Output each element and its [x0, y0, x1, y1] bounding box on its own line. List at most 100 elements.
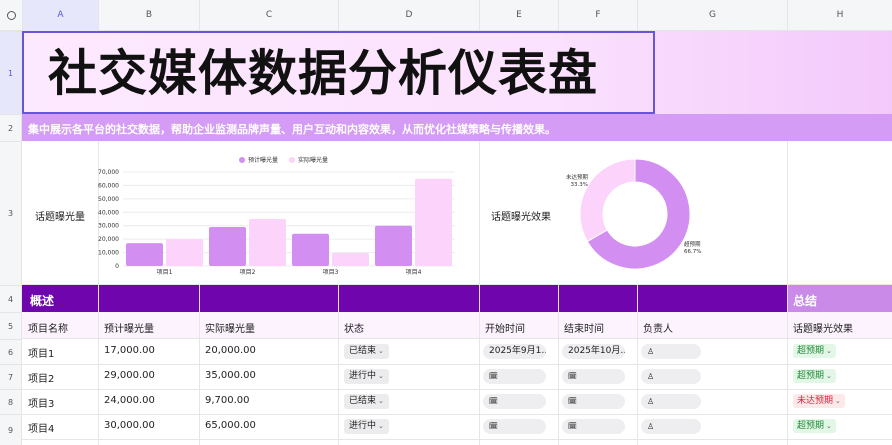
select-all-button[interactable] — [0, 0, 22, 31]
donut-chart[interactable]: 超预期66.7% 未达预期33.3% — [560, 152, 710, 277]
start-date-field[interactable]: 2025年9月1… — [483, 344, 546, 359]
owner-field[interactable]: ♙ — [641, 344, 701, 359]
header-effect[interactable]: 话题曝光效果 — [793, 320, 853, 335]
row-header-5[interactable]: 5 — [0, 312, 22, 339]
effect-tag[interactable]: 超预期 ⌄ — [793, 344, 836, 358]
cell-expected[interactable]: 30,000.00 — [104, 420, 155, 431]
chevron-down-icon: ⌄ — [826, 372, 832, 380]
row-header-9[interactable]: 9 — [0, 414, 22, 445]
owner-field[interactable]: ♙ — [641, 369, 701, 384]
row-header-2[interactable]: 2 — [0, 114, 22, 141]
column-header-g[interactable]: G — [637, 0, 787, 31]
y-tick-label: 60,000 — [98, 182, 119, 189]
legend-dot — [289, 157, 295, 163]
overview-label[interactable]: 概述 — [30, 292, 54, 309]
effect-label: 超预期 — [797, 371, 825, 381]
y-tick-label: 10,000 — [98, 250, 119, 257]
row-header-6[interactable]: 6 — [0, 339, 22, 364]
row-header-8[interactable]: 8 — [0, 389, 22, 414]
status-label: 进行中 — [349, 421, 377, 431]
y-tick-label: 70,000 — [98, 169, 119, 176]
summary-label[interactable]: 总结 — [793, 292, 817, 309]
status-label: 已结束 — [349, 346, 377, 356]
cell-actual[interactable]: 35,000.00 — [205, 370, 256, 381]
donut-slice — [579, 158, 636, 243]
row-header-1[interactable]: 1 — [0, 31, 22, 114]
slice-label: 超预期 — [684, 240, 701, 248]
chevron-down-icon: ⌄ — [378, 397, 384, 405]
column-header-e[interactable]: E — [479, 0, 558, 31]
calendar-icon[interactable]: 🗓 — [562, 394, 625, 409]
y-tick-label: 0 — [115, 263, 119, 270]
effect-tag[interactable]: 超预期 ⌄ — [793, 369, 836, 383]
overview-band — [22, 285, 787, 312]
cell-project-name[interactable]: 项目1 — [28, 345, 54, 360]
slice-percent: 33.3% — [571, 182, 588, 188]
chevron-down-icon: ⌄ — [378, 422, 384, 430]
end-date-field[interactable]: 2025年10月… — [562, 344, 625, 359]
pie-chart-cell-label[interactable]: 话题曝光效果 — [491, 208, 551, 223]
bar-expected — [209, 227, 246, 266]
x-tick-label: 项目3 — [323, 269, 339, 276]
calendar-icon[interactable]: 🗓 — [483, 369, 546, 384]
cell-actual[interactable]: 9,700.00 — [205, 395, 250, 406]
cell-expected[interactable]: 29,000.00 — [104, 370, 155, 381]
column-header-c[interactable]: C — [199, 0, 338, 31]
effect-tag[interactable]: 未达预期 ⌄ — [793, 394, 845, 408]
bar-chart-cell-label[interactable]: 话题曝光量 — [35, 208, 85, 223]
x-tick-label: 项目4 — [406, 269, 422, 276]
header-actual[interactable]: 实际曝光量 — [205, 320, 255, 335]
grid-line — [787, 141, 788, 285]
grid-line — [479, 141, 480, 285]
status-dropdown[interactable]: 已结束 ⌄ — [344, 394, 389, 409]
header-start[interactable]: 开始时间 — [485, 320, 525, 335]
cell-project-name[interactable]: 项目3 — [28, 395, 54, 410]
legend-label: 预计曝光量 — [248, 156, 278, 164]
header-owner[interactable]: 负责人 — [643, 320, 673, 335]
status-dropdown[interactable]: 已结束 ⌄ — [344, 344, 389, 359]
column-header-d[interactable]: D — [338, 0, 479, 31]
bar-chart[interactable]: 0 10,000 20,000 30,000 40,000 50,000 60,000 70,… — [85, 150, 465, 280]
status-dropdown[interactable]: 进行中 ⌄ — [344, 369, 389, 384]
cell-project-name[interactable]: 项目2 — [28, 370, 54, 385]
effect-tag[interactable]: 超预期 ⌄ — [793, 419, 836, 433]
legend-dot — [239, 157, 245, 163]
calendar-icon[interactable]: 🗓 — [483, 394, 546, 409]
x-tick-label: 项目1 — [157, 269, 173, 276]
person-icon: ♙ — [647, 422, 655, 431]
owner-field[interactable]: ♙ — [641, 419, 701, 434]
cell-actual[interactable]: 65,000.00 — [205, 420, 256, 431]
page-subtitle[interactable]: 集中展示各平台的社交数据，帮助企业监测品牌声量、用户互动和内容效果，从而优化社媒… — [28, 121, 556, 137]
bar-actual — [166, 239, 203, 266]
owner-field[interactable]: ♙ — [641, 394, 701, 409]
cell-expected[interactable]: 24,000.00 — [104, 395, 155, 406]
column-header-a[interactable]: A — [22, 0, 98, 31]
calendar-icon[interactable]: 🗓 — [483, 419, 546, 434]
bar-expected — [375, 225, 412, 266]
status-label: 已结束 — [349, 396, 377, 406]
row-header-4[interactable]: 4 — [0, 285, 22, 312]
y-tick-label: 20,000 — [98, 236, 119, 243]
header-status[interactable]: 状态 — [344, 320, 364, 335]
cell-expected[interactable]: 17,000.00 — [104, 345, 155, 356]
chevron-down-icon: ⌄ — [835, 397, 841, 405]
header-end[interactable]: 结束时间 — [564, 320, 604, 335]
chevron-down-icon: ⌄ — [378, 372, 384, 380]
cell-project-name[interactable]: 项目4 — [28, 420, 54, 435]
cell-actual[interactable]: 20,000.00 — [205, 345, 256, 356]
status-label: 进行中 — [349, 371, 377, 381]
column-header-f[interactable]: F — [558, 0, 637, 31]
column-header-h[interactable]: H — [787, 0, 892, 31]
bar-expected — [126, 243, 163, 266]
header-expected[interactable]: 预计曝光量 — [104, 320, 154, 335]
header-project-name[interactable]: 项目名称 — [28, 320, 68, 335]
calendar-icon[interactable]: 🗓 — [562, 369, 625, 384]
column-header-b[interactable]: B — [98, 0, 199, 31]
chevron-down-icon: ⌄ — [826, 347, 832, 355]
status-dropdown[interactable]: 进行中 ⌄ — [344, 419, 389, 434]
selected-cell-outline — [22, 31, 655, 114]
row-header-3[interactable]: 3 — [0, 141, 22, 285]
row-header-7[interactable]: 7 — [0, 364, 22, 389]
circle-icon — [6, 11, 16, 20]
calendar-icon[interactable]: 🗓 — [562, 419, 625, 434]
